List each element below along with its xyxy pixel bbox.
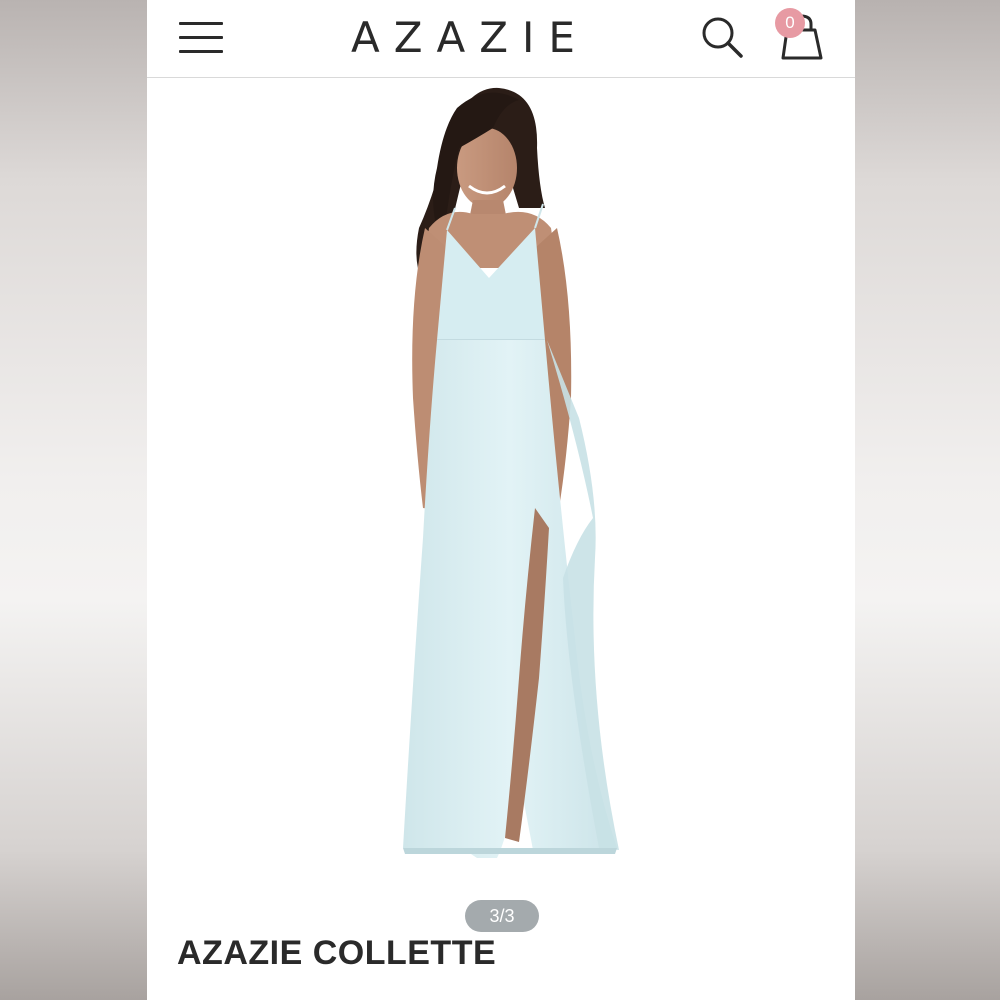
top-header: AZAZIE 0 [147, 0, 855, 78]
left-backdrop [0, 0, 147, 1000]
hamburger-menu-icon[interactable] [179, 20, 223, 54]
shopping-bag-button[interactable]: 0 [775, 8, 827, 64]
model-in-dress-image [403, 87, 619, 858]
cart-count-badge: 0 [775, 8, 805, 38]
search-icon[interactable] [699, 14, 745, 60]
image-pager-indicator: 3/3 [465, 900, 539, 932]
right-backdrop [855, 0, 1000, 1000]
product-image[interactable]: 3/3 [147, 78, 855, 932]
phone-screen: AZAZIE 0 3/3 AZAZIE COLLETTE [147, 0, 855, 1000]
product-title: AZAZIE COLLETTE [177, 934, 497, 972]
brand-logo[interactable]: AZAZIE [297, 14, 629, 62]
